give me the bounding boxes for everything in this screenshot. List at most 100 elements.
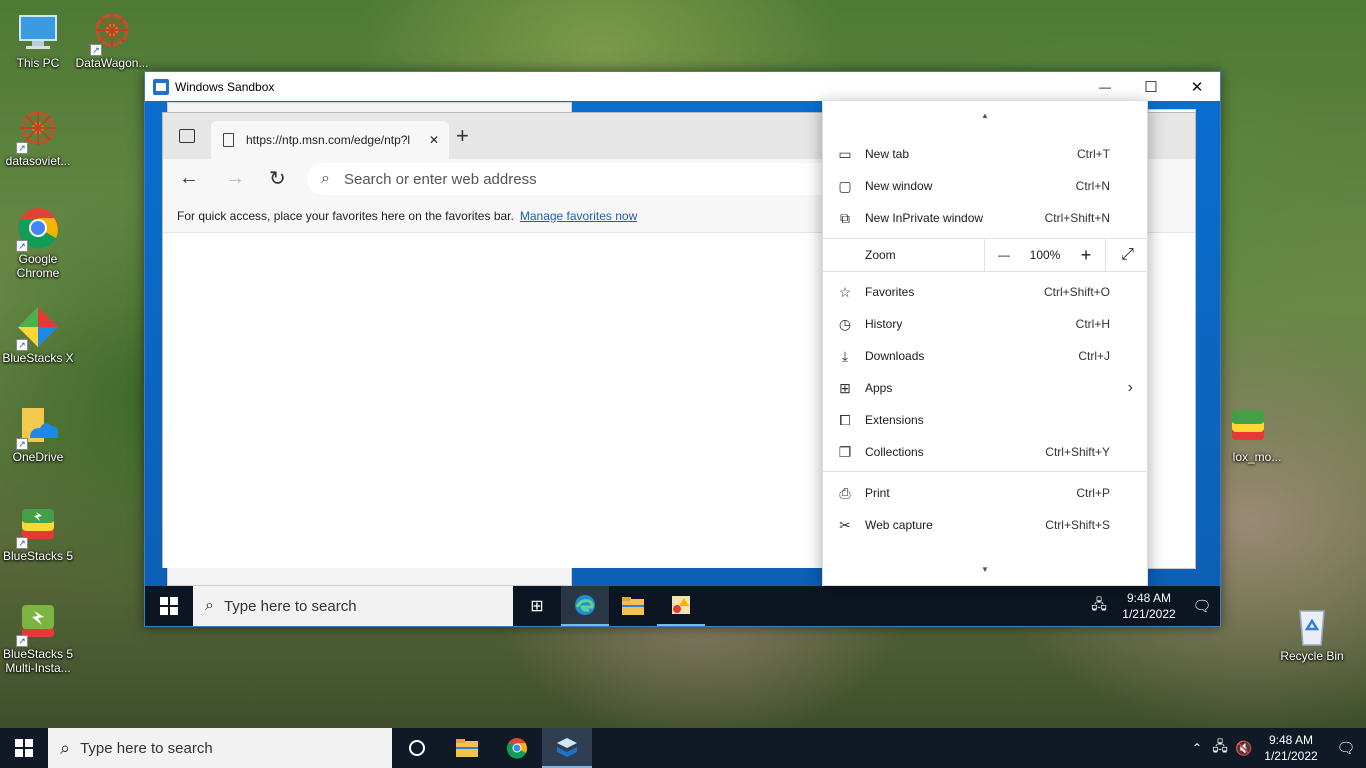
start-button[interactable]: [0, 728, 48, 768]
desktop-icon-label: OneDrive: [12, 450, 64, 464]
menu-item-print[interactable]: ⎙ Print Ctrl+P: [823, 477, 1149, 509]
desktop-icon-label: datasoviet...: [5, 154, 71, 168]
tab-close-icon[interactable]: ✕: [429, 133, 439, 147]
scroll-up-icon[interactable]: ▲: [981, 111, 989, 120]
address-placeholder: Search or enter web address: [343, 170, 537, 188]
network-icon[interactable]: 🖧: [1208, 728, 1232, 768]
app-taskbar-button[interactable]: [657, 586, 705, 626]
menu-divider: [823, 271, 1149, 272]
clock[interactable]: 9:48 AM 1/21/2022: [1256, 732, 1326, 764]
fullscreen-button[interactable]: ⤢: [1105, 239, 1149, 271]
menu-item-extensions[interactable]: ⧠ Extensions: [823, 404, 1149, 436]
menu-shortcut: Ctrl+Shift+S: [1045, 518, 1110, 532]
page-icon: [223, 133, 234, 147]
task-view-button[interactable]: ⊞: [513, 586, 561, 626]
active-tab[interactable]: https://ntp.msn.com/edge/ntp?l ✕: [211, 121, 449, 159]
menu-label: Favorites: [865, 285, 915, 299]
file-explorer-button[interactable]: [609, 586, 657, 626]
datasoviet-icon: ↗: [16, 108, 60, 154]
menu-item-apps[interactable]: ⊞ Apps ›: [823, 372, 1149, 404]
show-hidden-icons-button[interactable]: ⌃: [1186, 728, 1208, 768]
shortcut-arrow-icon: ↗: [16, 142, 28, 154]
minimize-button[interactable]: —: [1082, 72, 1128, 101]
desktop-icon-chrome[interactable]: ↗ Google Chrome: [0, 206, 76, 280]
chrome-taskbar-button[interactable]: [492, 728, 542, 768]
menu-label: New InPrivate window: [865, 211, 984, 225]
scroll-down-icon[interactable]: ▼: [981, 565, 989, 574]
desktop-icon-datawagon[interactable]: ↗ DataWagon...: [74, 10, 150, 70]
menu-item-new-window[interactable]: ▢ New window Ctrl+N: [823, 170, 1149, 202]
refresh-button[interactable]: ↻: [269, 166, 286, 191]
desktop-icon-bluestacks-multi[interactable]: ↗ BlueStacks 5 Multi-Insta...: [0, 601, 76, 675]
search-icon: ⌕: [205, 597, 214, 614]
menu-item-favorites[interactable]: ☆ Favorites Ctrl+Shift+O: [823, 276, 1149, 308]
menu-item-history[interactable]: ◷ History Ctrl+H: [823, 308, 1149, 340]
forward-button[interactable]: →: [225, 167, 245, 190]
desktop-icon-bluestacks-x[interactable]: ↗ BlueStacks X: [0, 305, 76, 365]
menu-label: Apps: [865, 381, 893, 395]
new-tab-button[interactable]: +: [456, 123, 469, 149]
inner-search-placeholder: Type here to search: [223, 597, 357, 615]
zoom-label: Zoom: [865, 248, 896, 262]
menu-item-new-inprivate[interactable]: ⧉ New InPrivate window Ctrl+Shift+N: [823, 202, 1149, 234]
inner-clock[interactable]: 9:48 AM 1/21/2022: [1114, 590, 1184, 622]
desktop-icon-label: Recycle Bin: [1280, 649, 1344, 663]
computer-icon: [16, 10, 60, 54]
settings-menu[interactable]: ▲ ▭ New tab Ctrl+T ▢ New window Ctrl+N ⧉…: [822, 100, 1149, 586]
collections-icon: ❐: [838, 443, 852, 460]
volume-muted-icon[interactable]: 🔇: [1232, 728, 1256, 768]
search-box[interactable]: ⌕ Type here to search: [48, 728, 392, 768]
menu-item-new-tab[interactable]: ▭ New tab Ctrl+T: [823, 138, 1149, 170]
desktop-icon-lox-mo[interactable]: lox_mo...: [1210, 404, 1286, 464]
desktop-icon-datasoviet[interactable]: ↗ datasoviet...: [0, 108, 76, 168]
chevron-right-icon: ›: [1127, 379, 1133, 396]
maximize-button[interactable]: ☐: [1128, 72, 1174, 101]
menu-shortcut: Ctrl+N: [1075, 179, 1110, 193]
notification-icon[interactable]: 🗨: [1326, 728, 1366, 768]
close-button[interactable]: ✕: [1174, 72, 1220, 101]
web-capture-icon: ✂: [839, 516, 851, 533]
tab-actions-icon[interactable]: [179, 129, 195, 143]
back-button[interactable]: ←: [179, 167, 199, 190]
sandbox-icon: [153, 78, 169, 95]
menu-shortcut: Ctrl+Shift+O: [1043, 285, 1110, 299]
menu-item-collections[interactable]: ❐ Collections Ctrl+Shift+Y: [823, 436, 1149, 468]
time: 9:48 AM: [1268, 733, 1314, 747]
start-button[interactable]: [145, 586, 193, 626]
menu-shortcut: Ctrl+Shift+N: [1044, 211, 1110, 225]
cortana-button[interactable]: [392, 728, 442, 768]
desktop-icon-onedrive[interactable]: ↗ OneDrive: [0, 404, 76, 464]
inner-search-box[interactable]: ⌕ Type here to search: [193, 586, 513, 626]
tab-title: https://ntp.msn.com/edge/ntp?l: [246, 133, 411, 147]
notification-icon[interactable]: 🗨: [1184, 586, 1220, 626]
zoom-out-button[interactable]: —: [985, 248, 1023, 262]
desktop-icon-label: DataWagon...: [75, 56, 149, 70]
menu-item-downloads[interactable]: ⤓ Downloads Ctrl+J: [823, 340, 1149, 372]
print-icon: ⎙: [839, 484, 851, 501]
new-window-icon: ▢: [838, 177, 852, 194]
desktop-icon-bluestacks-5[interactable]: ↗ BlueStacks 5: [0, 503, 76, 563]
sandbox-taskbar-button[interactable]: [542, 728, 592, 768]
shortcut-arrow-icon: ↗: [16, 339, 28, 351]
search-icon: ⌕: [321, 170, 330, 187]
edge-taskbar-button[interactable]: [561, 586, 609, 626]
desktop-icon-this-pc[interactable]: This PC: [0, 10, 76, 70]
bluestacks-icon: [1226, 404, 1270, 448]
chrome-icon: ↗: [16, 206, 60, 252]
inprivate-icon: ⧉: [840, 209, 850, 226]
menu-item-web-capture[interactable]: ✂ Web capture Ctrl+Shift+S: [823, 509, 1149, 541]
desktop-icon-recycle-bin[interactable]: Recycle Bin: [1274, 603, 1350, 663]
manage-favorites-link[interactable]: Manage favorites now: [520, 209, 637, 223]
cortana-icon: [409, 740, 425, 756]
menu-shortcut: Ctrl+T: [1077, 147, 1110, 161]
desktop-icon-label: BlueStacks 5: [2, 549, 74, 563]
file-explorer-button[interactable]: [442, 728, 492, 768]
shortcut-arrow-icon: ↗: [16, 635, 28, 647]
zoom-in-button[interactable]: +: [1067, 245, 1105, 266]
desktop-icon-label: BlueStacks X: [2, 351, 74, 365]
network-icon[interactable]: 🖧: [1084, 586, 1114, 626]
shortcut-arrow-icon: ↗: [16, 438, 28, 450]
menu-item-zoom: Zoom — 100% + ⤢: [823, 239, 1149, 271]
folder-icon: [622, 597, 644, 615]
sandbox-titlebar[interactable]: Windows Sandbox — ☐ ✕: [145, 72, 1220, 101]
